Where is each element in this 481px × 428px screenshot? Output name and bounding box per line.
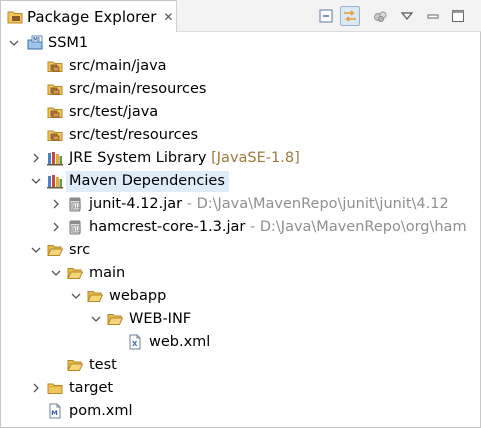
view-header: Package Explorer ✕: [1, 0, 481, 32]
tree-item-label: hamcrest-core-1.3.jar - D:\Java\MavenRep…: [89, 218, 467, 237]
library-icon: [47, 150, 63, 166]
minimize-icon[interactable]: [423, 6, 443, 26]
tree-item-label: SSM1: [48, 35, 89, 51]
expanded-arrow-icon[interactable]: [89, 311, 103, 327]
tab-package-explorer[interactable]: Package Explorer ✕: [1, 0, 177, 32]
tree-item-label: WEB-INF: [129, 311, 192, 327]
tree-item-label: src: [69, 242, 91, 258]
tree-item-label: src/test/java: [69, 104, 159, 120]
expanded-arrow-icon[interactable]: [49, 265, 63, 281]
tree-item-label: pom.xml: [69, 403, 133, 419]
expanded-arrow-icon[interactable]: [29, 242, 43, 258]
jar-name: junit-4.12.jar: [89, 196, 183, 212]
expanded-arrow-icon[interactable]: [7, 35, 21, 51]
folder-open-icon: [107, 311, 123, 327]
folder-open-icon: [47, 242, 63, 258]
maximize-icon[interactable]: [448, 6, 468, 26]
tree-item-label: webapp: [109, 288, 167, 304]
source-folder-icon: [47, 58, 63, 74]
collapse-all-icon[interactable]: [316, 6, 336, 26]
jar-icon: [67, 219, 83, 235]
expanded-arrow-icon[interactable]: [69, 288, 83, 304]
folder-icon: [47, 380, 63, 396]
jar-name: hamcrest-core-1.3.jar: [89, 219, 246, 235]
source-folder-icon: [47, 104, 63, 120]
tree-item-src-main-java[interactable]: src/main/java: [1, 55, 481, 78]
jre-name: JRE System Library: [69, 150, 207, 166]
close-icon[interactable]: ✕: [162, 10, 174, 24]
tree-item-src[interactable]: src: [1, 239, 481, 262]
xml-file-icon: [127, 334, 143, 350]
tree-item-jre-library[interactable]: JRE System Library [JavaSE-1.8]: [1, 147, 481, 170]
view-menu-icon[interactable]: [397, 6, 417, 26]
collapsed-arrow-icon[interactable]: [49, 196, 63, 212]
tree-item-pom-xml[interactable]: pom.xml: [1, 400, 481, 423]
tree-item-test[interactable]: test: [1, 354, 481, 377]
tree-item-label: target: [69, 380, 114, 396]
folder-open-icon: [67, 357, 83, 373]
expanded-arrow-icon[interactable]: [29, 173, 43, 189]
tree-item-label: src/main/resources: [69, 81, 207, 97]
tree-item-label: Maven Dependencies: [69, 173, 225, 189]
package-explorer-view: Package Explorer ✕ SSM1 src/main/java sr…: [0, 0, 481, 428]
tree-item-label: src/test/resources: [69, 127, 199, 143]
tree-item-web-xml[interactable]: web.xml: [1, 331, 481, 354]
folder-open-icon: [67, 265, 83, 281]
tree-item-project[interactable]: SSM1: [1, 32, 481, 55]
tree-item-target[interactable]: target: [1, 377, 481, 400]
collapsed-arrow-icon[interactable]: [29, 150, 43, 166]
tree-item-junit-jar[interactable]: junit-4.12.jar - D:\Java\MavenRepo\junit…: [1, 193, 481, 216]
collapsed-arrow-icon[interactable]: [29, 380, 43, 396]
jar-path: - D:\Java\MavenRepo\junit\junit\4.12: [186, 196, 449, 212]
tree-item-src-main-resources[interactable]: src/main/resources: [1, 78, 481, 101]
source-folder-icon: [47, 81, 63, 97]
jre-decoration: [JavaSE-1.8]: [211, 150, 300, 166]
jar-icon: [67, 196, 83, 212]
tree-item-label: src/main/java: [69, 58, 167, 74]
tree-item-label: web.xml: [149, 334, 211, 350]
collapsed-arrow-icon[interactable]: [49, 219, 63, 235]
tree-item-maven-dependencies[interactable]: Maven Dependencies: [1, 170, 481, 193]
tree-item-src-test-java[interactable]: src/test/java: [1, 101, 481, 124]
package-explorer-icon: [7, 11, 23, 23]
tree-item-label: junit-4.12.jar - D:\Java\MavenRepo\junit…: [89, 195, 449, 214]
project-tree[interactable]: SSM1 src/main/java src/main/resources sr…: [1, 32, 481, 428]
tree-item-label: test: [89, 357, 117, 373]
tree-item-main[interactable]: main: [1, 262, 481, 285]
pom-file-icon: [47, 403, 63, 419]
tree-item-src-test-resources[interactable]: src/test/resources: [1, 124, 481, 147]
link-with-editor-icon[interactable]: [340, 6, 360, 26]
view-title: Package Explorer: [27, 7, 157, 26]
folder-open-icon: [87, 288, 103, 304]
tree-item-web-inf[interactable]: WEB-INF: [1, 308, 481, 331]
jar-path: - D:\Java\MavenRepo\org\ham: [250, 219, 467, 235]
tree-item-hamcrest-jar[interactable]: hamcrest-core-1.3.jar - D:\Java\MavenRep…: [1, 216, 481, 239]
library-icon: [47, 173, 63, 189]
tree-item-label: JRE System Library [JavaSE-1.8]: [69, 149, 300, 168]
tree-item-label: main: [89, 265, 126, 281]
maven-project-icon: [27, 35, 43, 51]
source-folder-icon: [47, 127, 63, 143]
tree-item-webapp[interactable]: webapp: [1, 285, 481, 308]
focus-on-active-task-icon[interactable]: [370, 6, 390, 26]
